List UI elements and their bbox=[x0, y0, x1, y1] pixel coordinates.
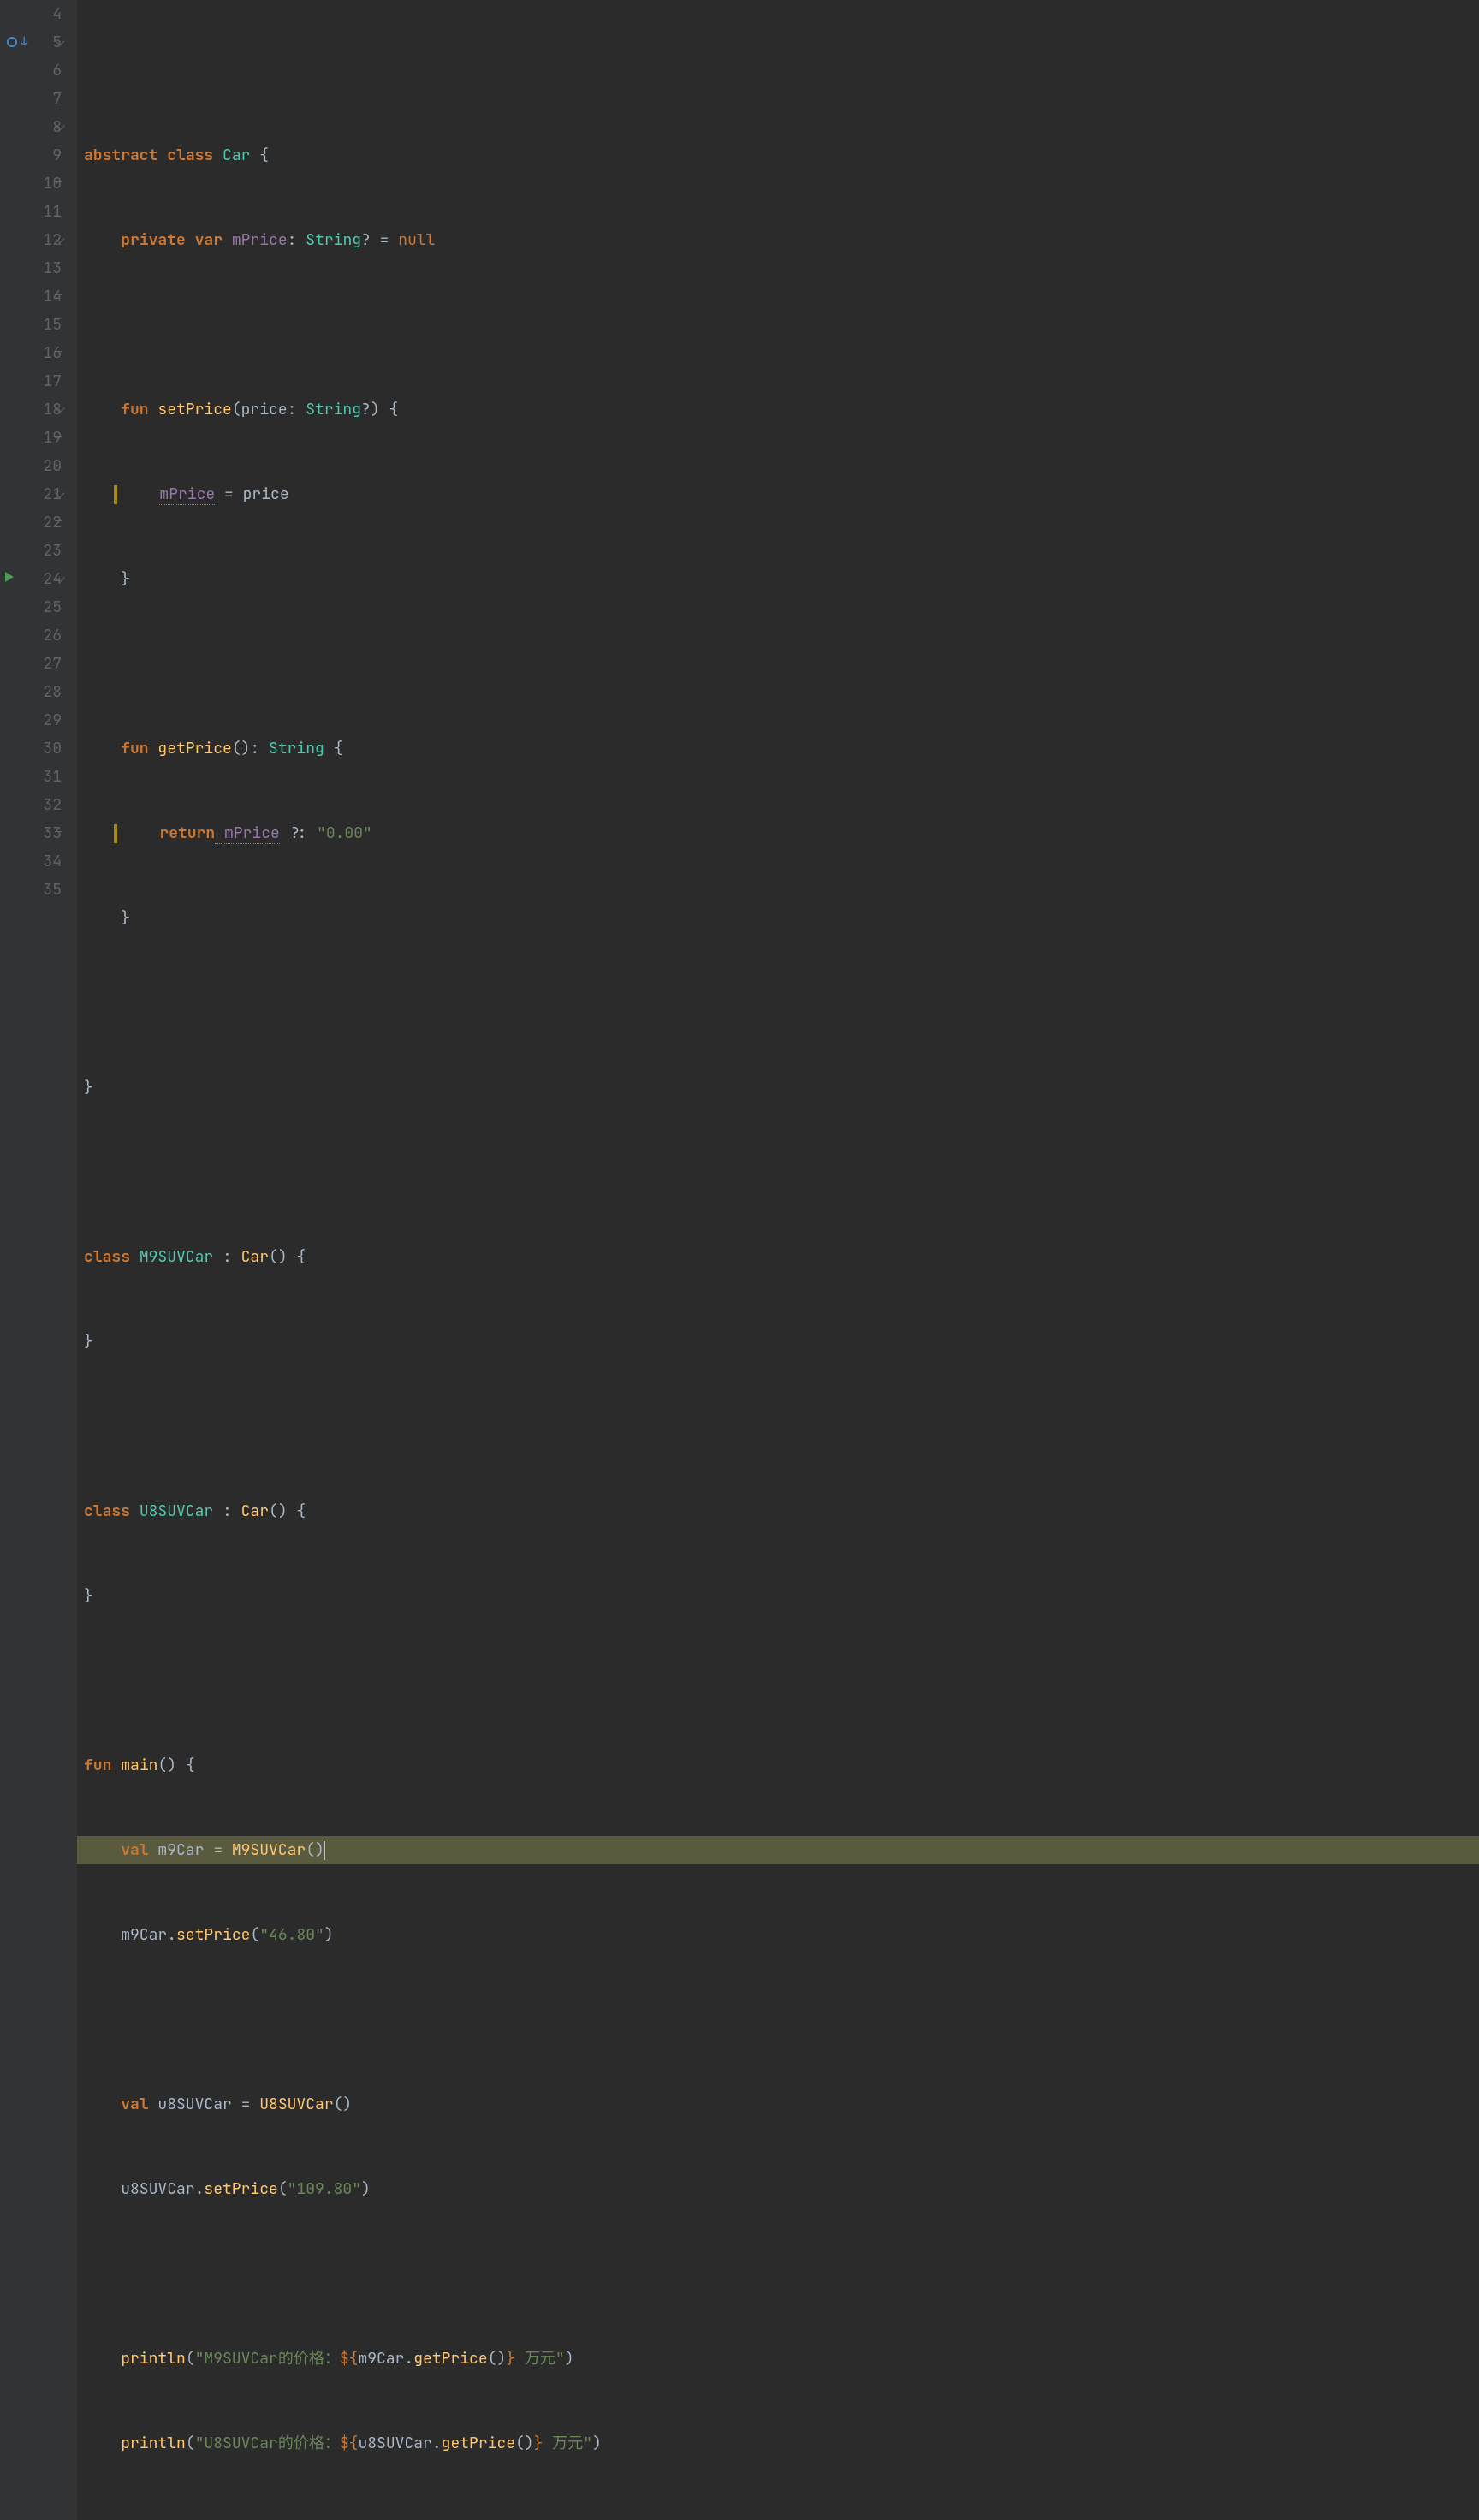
code-line[interactable] bbox=[77, 989, 1479, 1017]
line-number: 27 bbox=[0, 650, 62, 678]
line-number: 34 bbox=[0, 847, 62, 876]
line-number: 31 bbox=[0, 763, 62, 791]
code-line[interactable]: fun main() { bbox=[77, 1751, 1479, 1780]
fold-end-icon[interactable] bbox=[55, 294, 62, 295]
line-number: 26 bbox=[0, 621, 62, 650]
line-number: 15 bbox=[0, 311, 62, 339]
code-line[interactable]: fun setPrice(price: String?) { bbox=[77, 395, 1479, 424]
code-line[interactable]: u8SUVCar.setPrice("109.80") bbox=[77, 2175, 1479, 2203]
code-line[interactable] bbox=[77, 56, 1479, 85]
code-line[interactable] bbox=[77, 311, 1479, 339]
line-number: 30 bbox=[0, 734, 62, 763]
code-line-current[interactable]: val m9Car = M9SUVCar() bbox=[77, 1836, 1479, 1864]
line-number: 4 bbox=[0, 0, 62, 28]
line-number: 13 bbox=[0, 254, 62, 282]
line-gutter: 4 ↓5 6 7 8 9 10 11 12 13 14 15 16 17 18 … bbox=[0, 0, 77, 2520]
code-line[interactable]: } bbox=[77, 1328, 1479, 1356]
code-editor[interactable]: abstract class Car { private var mPrice:… bbox=[77, 0, 1479, 2520]
fold-end-icon[interactable] bbox=[55, 520, 62, 521]
line-number: 33 bbox=[0, 819, 62, 847]
code-line[interactable]: abstract class Car { bbox=[77, 141, 1479, 169]
line-number: 29 bbox=[0, 706, 62, 734]
code-line[interactable] bbox=[77, 2006, 1479, 2034]
line-number: 24 bbox=[0, 565, 62, 593]
line-number: 12 bbox=[0, 226, 62, 254]
line-number: 23 bbox=[0, 537, 62, 565]
code-line[interactable]: mPrice = price bbox=[77, 480, 1479, 508]
fold-end-icon[interactable] bbox=[55, 351, 62, 352]
code-line[interactable]: } bbox=[77, 1073, 1479, 1102]
code-line[interactable]: } bbox=[77, 1582, 1479, 1610]
line-number: ↓5 bbox=[0, 28, 62, 56]
line-number: 10 bbox=[0, 169, 62, 198]
code-line[interactable] bbox=[77, 1667, 1479, 1695]
line-number: 8 bbox=[0, 113, 62, 141]
line-number: 16 bbox=[0, 339, 62, 367]
code-line[interactable]: private var mPrice: String? = null bbox=[77, 226, 1479, 254]
line-number: 19 bbox=[0, 424, 62, 452]
fold-end-icon[interactable] bbox=[55, 181, 62, 182]
warning-stripe-icon bbox=[114, 824, 117, 843]
code-line[interactable]: class M9SUVCar : Car() { bbox=[77, 1243, 1479, 1271]
code-line[interactable]: m9Car.setPrice("46.80") bbox=[77, 1921, 1479, 1949]
line-number: 6 bbox=[0, 56, 62, 85]
code-line[interactable]: println("U8SUVCar的价格：${u8SUVCar.getPrice… bbox=[77, 2429, 1479, 2458]
line-number: 9 bbox=[0, 141, 62, 169]
editor-area: 4 ↓5 6 7 8 9 10 11 12 13 14 15 16 17 18 … bbox=[0, 0, 1479, 2520]
line-number: 28 bbox=[0, 678, 62, 706]
fold-end-icon[interactable] bbox=[55, 831, 62, 832]
line-number: 14 bbox=[0, 282, 62, 311]
code-line[interactable] bbox=[77, 2260, 1479, 2288]
run-gutter-icon[interactable] bbox=[5, 572, 14, 582]
caret-icon bbox=[324, 1841, 325, 1860]
code-line[interactable] bbox=[77, 1158, 1479, 1186]
line-number: 17 bbox=[0, 367, 62, 395]
line-number: 22 bbox=[0, 508, 62, 537]
line-number: 32 bbox=[0, 791, 62, 819]
line-number: 11 bbox=[0, 198, 62, 226]
code-line[interactable]: println("M9SUVCar的价格：${m9Car.getPrice()}… bbox=[77, 2345, 1479, 2373]
warning-stripe-icon bbox=[114, 485, 117, 504]
code-line[interactable]: class U8SUVCar : Car() { bbox=[77, 1497, 1479, 1525]
code-line[interactable]: } bbox=[77, 565, 1479, 593]
code-line[interactable]: } bbox=[77, 904, 1479, 932]
line-number: 20 bbox=[0, 452, 62, 480]
line-number: 7 bbox=[0, 85, 62, 113]
code-line[interactable]: return mPrice ?: "0.00" bbox=[77, 819, 1479, 847]
line-number: 35 bbox=[0, 876, 62, 904]
code-line[interactable]: val u8SUVCar = U8SUVCar() bbox=[77, 2090, 1479, 2119]
code-line[interactable]: fun getPrice(): String { bbox=[77, 734, 1479, 763]
implements-icon[interactable] bbox=[7, 37, 17, 47]
code-line[interactable] bbox=[77, 1412, 1479, 1441]
line-number: 25 bbox=[0, 593, 62, 621]
code-line[interactable]: } bbox=[77, 2514, 1479, 2520]
line-number: 18 bbox=[0, 395, 62, 424]
line-number: 21 bbox=[0, 480, 62, 508]
fold-end-icon[interactable] bbox=[55, 436, 62, 437]
code-line[interactable] bbox=[77, 650, 1479, 678]
